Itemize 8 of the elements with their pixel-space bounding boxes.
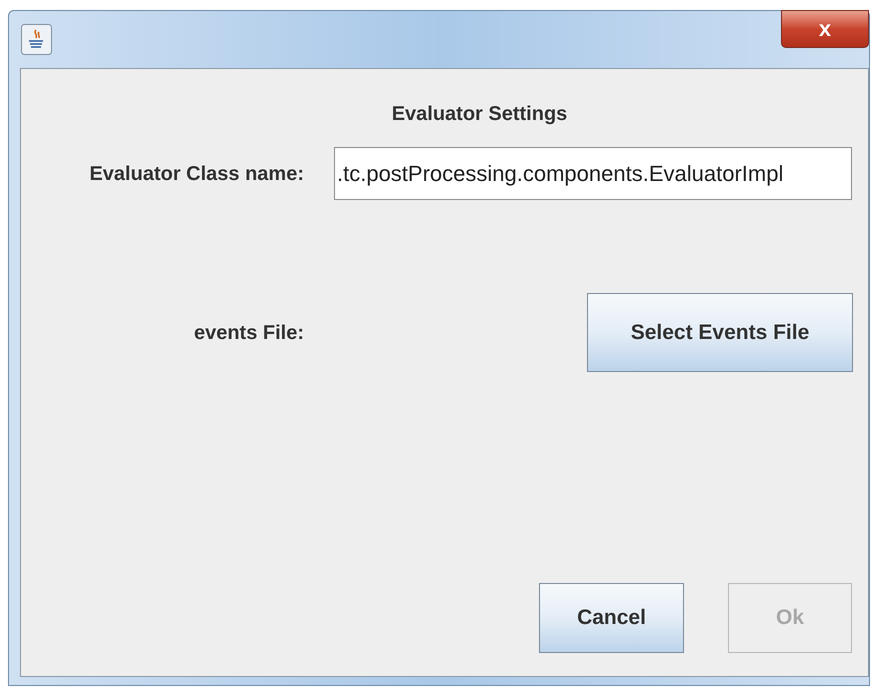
field-label: events File: [192,320,304,346]
cancel-button[interactable]: Cancel [539,583,684,653]
class-name-field[interactable]: .tc.postProcessing.components.EvaluatorImpl [334,147,852,200]
coffee-cup-icon [21,24,52,55]
field-label: Evaluator Class name: [88,162,304,186]
close-button[interactable]: x [781,10,869,48]
dialog-heading: Evaluator Settings [392,102,568,127]
select-file-button[interactable]: Select Events File [587,293,853,372]
